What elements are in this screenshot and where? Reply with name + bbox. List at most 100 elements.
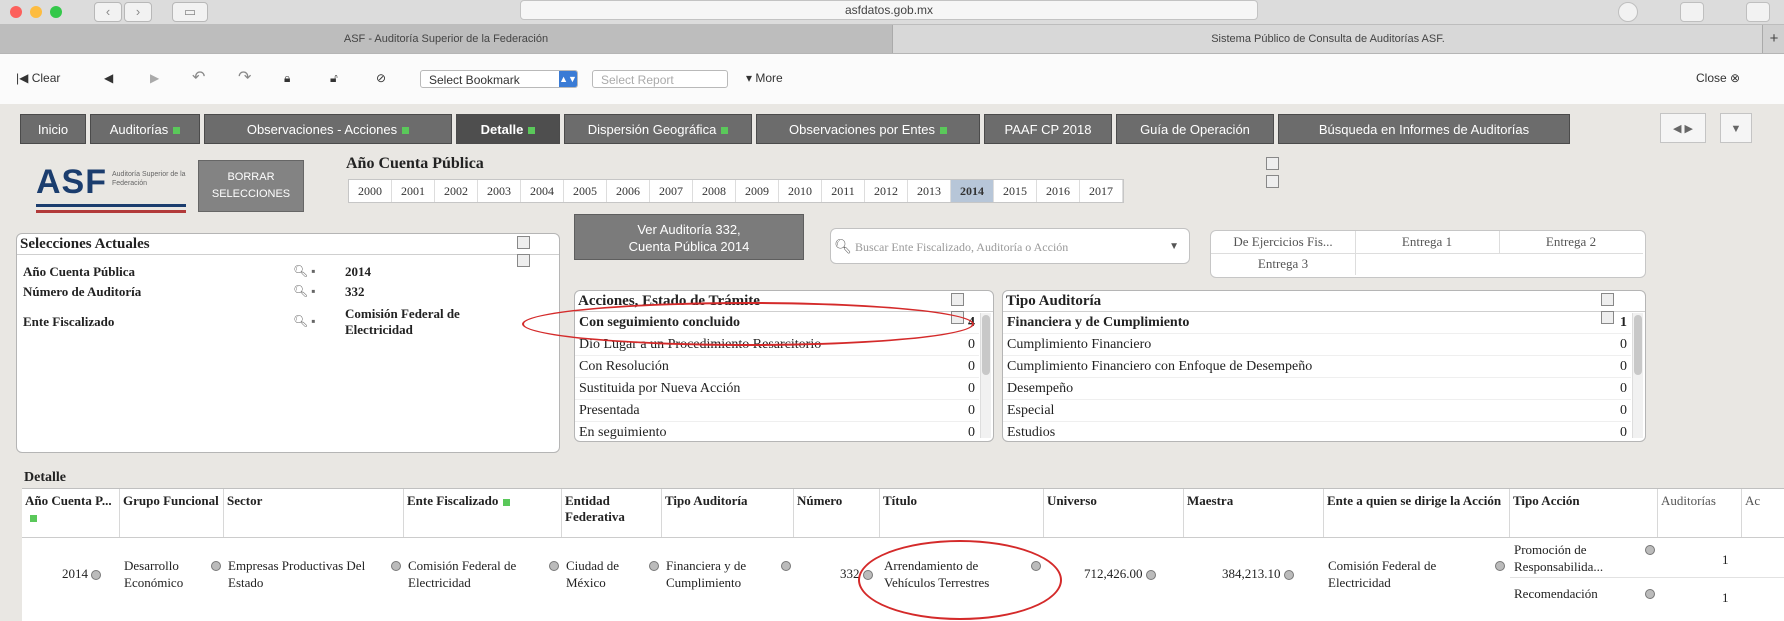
col-header[interactable]: Ac [1742, 489, 1784, 537]
maximize-icon[interactable] [1601, 311, 1614, 324]
tab-observaciones-por-entes[interactable]: Observaciones por Entes [756, 114, 980, 144]
entrega-cell[interactable]: Entrega 3 [1211, 253, 1356, 275]
panel-export-icons[interactable] [951, 293, 977, 324]
ver-auditoria-button[interactable]: Ver Auditoría 332, Cuenta Pública 2014 [574, 214, 804, 260]
info-icon[interactable] [1283, 570, 1294, 581]
prev-tab-icon[interactable]: ◀ [1673, 123, 1681, 135]
borrar-selecciones-button[interactable]: BORRAR SELECCIONES [198, 160, 304, 212]
search-dropdown-icon[interactable]: ▼ [1169, 229, 1179, 265]
print-icon[interactable] [517, 236, 530, 249]
print-icon[interactable] [1601, 293, 1614, 306]
minimize-window-icon[interactable] [30, 6, 42, 18]
info-icon[interactable] [781, 561, 791, 571]
tab-auditorias[interactable]: Auditorías [90, 114, 200, 144]
url-bar[interactable]: asfdatos.gob.mx [520, 0, 1258, 20]
maximize-icon[interactable] [1266, 175, 1279, 188]
lock-icon[interactable]: 🔒︎ [284, 68, 290, 88]
col-header[interactable]: Tipo Acción [1510, 489, 1658, 537]
list-item[interactable]: Estudios 0 [1003, 422, 1631, 441]
col-header[interactable]: Grupo Funcional [120, 489, 224, 537]
panel-export-icons[interactable] [1601, 293, 1627, 324]
search-input[interactable]: 🔍︎ Buscar Ente Fiscalizado, Auditoría o A… [830, 228, 1190, 264]
tab-observaciones-acciones[interactable]: Observaciones - Acciones [204, 114, 452, 144]
panel-export-icons[interactable] [517, 236, 543, 267]
unlock-icon[interactable]: 🔓︎ [330, 68, 338, 88]
year-option[interactable]: 2008 [693, 180, 736, 202]
tab-scroll-arrows[interactable]: ◀ ▶ [1660, 113, 1706, 143]
info-icon[interactable] [91, 570, 101, 581]
tab-guia-operacion[interactable]: Guía de Operación [1116, 114, 1274, 144]
entrega-cell[interactable]: De Ejercicios Fis... [1211, 231, 1356, 254]
year-option[interactable]: 2011 [822, 180, 865, 202]
acciones-scrollbar[interactable] [980, 313, 991, 438]
col-header[interactable]: Maestra [1184, 489, 1324, 537]
list-item[interactable]: Desempeño 0 [1003, 378, 1631, 400]
tab-busqueda-informes[interactable]: Búsqueda en Informes de Auditorías [1278, 114, 1570, 144]
year-option[interactable]: 2003 [478, 180, 521, 202]
year-option[interactable]: 2015 [994, 180, 1037, 202]
info-icon[interactable] [549, 561, 559, 571]
year-option[interactable]: 2013 [908, 180, 951, 202]
year-option[interactable]: 2014 [951, 180, 994, 202]
col-header[interactable]: Año Cuenta P... [22, 489, 120, 537]
info-icon[interactable] [211, 561, 221, 571]
share-icon[interactable] [1680, 2, 1704, 22]
info-icon[interactable] [649, 561, 659, 571]
tabs-overview-icon[interactable] [1746, 2, 1770, 22]
year-option[interactable]: 2012 [865, 180, 908, 202]
panel-export-icons[interactable] [1266, 157, 1292, 188]
print-icon[interactable] [951, 293, 964, 306]
more-menu[interactable]: ▾ More [746, 68, 783, 88]
tab-menu-chevron-icon[interactable]: ▼ [1720, 113, 1752, 143]
undo-icon[interactable]: ↶ [192, 68, 205, 88]
col-header[interactable]: Tipo Auditoría [662, 489, 794, 537]
clear-button[interactable]: |◀ Clear [16, 68, 60, 88]
info-icon[interactable] [391, 561, 401, 571]
clear-all-icon[interactable]: ⊘ [376, 68, 386, 88]
list-item[interactable]: Especial 0 [1003, 400, 1631, 422]
list-item[interactable]: Cumplimiento Financiero con Enfoque de D… [1003, 356, 1631, 378]
close-window-icon[interactable] [10, 6, 22, 18]
year-option[interactable]: 2006 [607, 180, 650, 202]
year-option[interactable]: 2016 [1037, 180, 1080, 202]
tab-detalle[interactable]: Detalle [456, 114, 560, 144]
year-option[interactable]: 2002 [435, 180, 478, 202]
col-header[interactable]: Título [880, 489, 1044, 537]
year-option[interactable]: 2007 [650, 180, 693, 202]
tab-paaf-cp-2018[interactable]: PAAF CP 2018 [984, 114, 1112, 144]
back-step-icon[interactable]: ◀ [104, 68, 113, 88]
col-header[interactable]: Ente Fiscalizado [404, 489, 562, 537]
forward-step-icon[interactable]: ▶ [150, 68, 159, 88]
year-option[interactable]: 2000 [349, 180, 392, 202]
browser-tab-asf[interactable]: ASF - Auditoría Superior de la Federació… [0, 25, 892, 53]
col-header[interactable]: Número [794, 489, 880, 537]
print-icon[interactable] [1266, 157, 1279, 170]
search-clear-icon[interactable]: 🔍︎ ▪ [293, 284, 316, 299]
search-clear-icon[interactable]: 🔍︎ ▪ [293, 264, 316, 279]
download-icon[interactable] [1618, 2, 1638, 22]
list-item[interactable]: Con Resolución 0 [575, 356, 979, 378]
col-header[interactable]: Universo [1044, 489, 1184, 537]
tab-dispersion-geografica[interactable]: Dispersión Geográfica [564, 114, 752, 144]
close-app-button[interactable]: Close ⊗ [1696, 68, 1740, 88]
year-option[interactable]: 2009 [736, 180, 779, 202]
year-option[interactable]: 2010 [779, 180, 822, 202]
info-icon[interactable] [1645, 589, 1655, 599]
maximize-icon[interactable] [517, 254, 530, 267]
entrega-cell[interactable]: Entrega 1 [1355, 231, 1500, 254]
year-option[interactable]: 2001 [392, 180, 435, 202]
col-header[interactable]: Entidad Federativa [562, 489, 662, 537]
sidebar-icon[interactable]: ▭ [172, 2, 208, 22]
redo-icon[interactable]: ↷ [238, 68, 251, 88]
year-option[interactable]: 2004 [521, 180, 564, 202]
search-clear-icon[interactable]: 🔍︎ ▪ [293, 314, 316, 329]
info-icon[interactable] [1145, 570, 1156, 581]
new-tab-button[interactable]: + [1762, 25, 1784, 53]
col-header[interactable]: Auditorías [1658, 489, 1742, 537]
list-item[interactable]: Cumplimiento Financiero 0 [1003, 334, 1631, 356]
col-header[interactable]: Ente a quien se dirige la Acción [1324, 489, 1510, 537]
info-icon[interactable] [1495, 561, 1505, 571]
next-tab-icon[interactable]: ▶ [1685, 123, 1693, 135]
entrega-cell[interactable]: Entrega 2 [1499, 231, 1643, 254]
report-select[interactable]: Select Report [592, 70, 728, 88]
